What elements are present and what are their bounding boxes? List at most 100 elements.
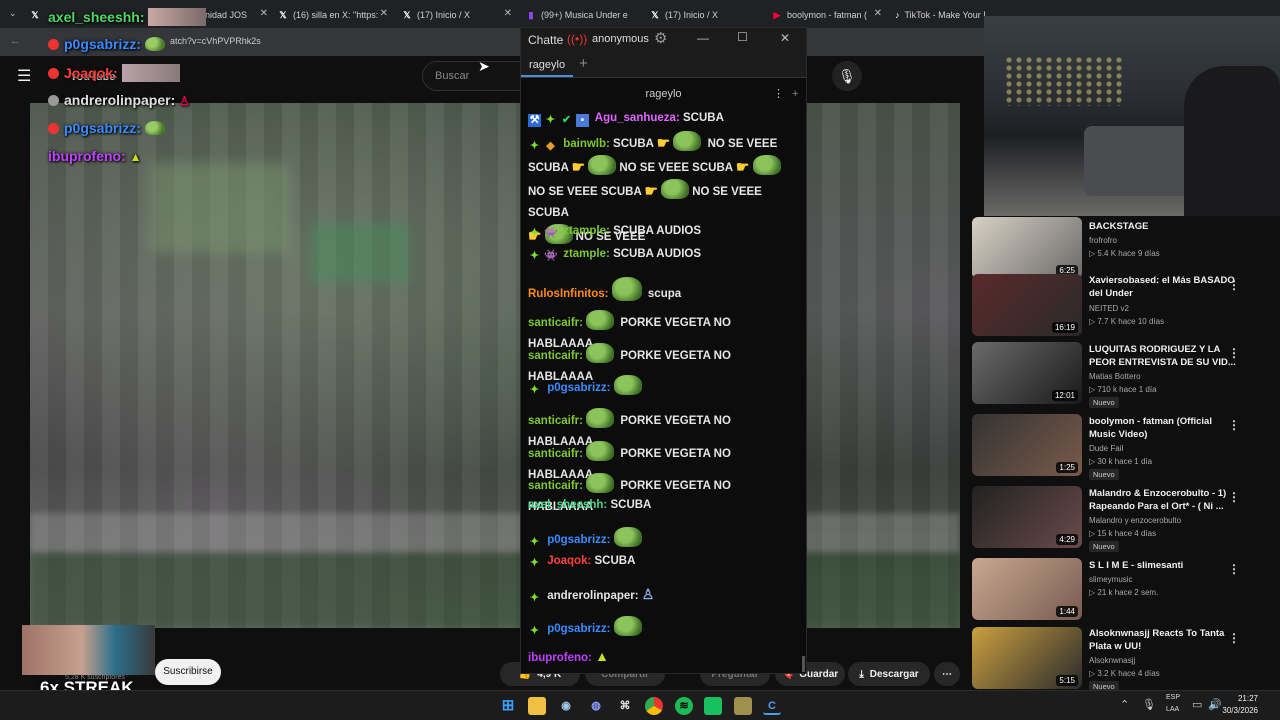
chatterino-icon[interactable]: C — [763, 697, 781, 715]
discord-icon[interactable]: ◍ — [587, 697, 605, 715]
more-options-icon[interactable]: ⋮ — [1228, 278, 1240, 292]
chat-username[interactable]: bainwlb: — [563, 138, 610, 150]
windows-start-icon[interactable]: ⊞ — [499, 697, 517, 715]
chatterino-window[interactable]: Chatte ((•)) anonymous ⚙ — ☐ ✕ rageylo +… — [520, 27, 807, 674]
voice-search-button[interactable]: 🎙 — [832, 61, 862, 91]
chat-username[interactable]: p0gsabrizz: — [547, 623, 610, 635]
recommendation-item[interactable]: 1:25 boolymon - fatman (Official Music V… — [972, 414, 1272, 480]
recommendation-item[interactable]: 4:29 Malandro & Enzocerobulto - 1) Rapea… — [972, 486, 1272, 552]
browser-tab[interactable]: 𝕏 (16) silla en X: "https: ✕ — [278, 4, 388, 26]
green-app-icon[interactable] — [704, 697, 722, 715]
recommendation-title[interactable]: BACKSTAGE — [1089, 220, 1239, 233]
search-input[interactable]: Buscar — [422, 61, 522, 91]
browser-tab[interactable]: ♪ TikTok - Make Your D — [895, 4, 985, 26]
maximize-icon[interactable]: ☐ — [737, 30, 748, 44]
chat-username[interactable]: santicaifr: — [528, 480, 583, 492]
channel-name[interactable]: Malandro y enzocerobulto — [1089, 516, 1181, 525]
close-tab-icon[interactable]: ✕ — [380, 8, 388, 19]
chat-username[interactable]: Joaqok: — [547, 555, 591, 567]
tab-list-chevron-icon[interactable]: ⌄ — [9, 8, 17, 19]
chat-username[interactable]: ibuprofeno: — [528, 652, 592, 664]
url-field[interactable]: atch?v=cVhPVPRhk2s — [170, 36, 261, 46]
more-actions-button[interactable]: ⋯ — [934, 662, 960, 686]
chat-username[interactable]: santicaifr: — [528, 448, 583, 460]
more-options-icon[interactable]: ⋮ — [1228, 346, 1240, 360]
video-thumbnail[interactable]: 1:44 — [972, 558, 1082, 620]
more-options-icon[interactable]: ⋮ — [1228, 490, 1240, 504]
minimize-icon[interactable]: — — [697, 31, 709, 45]
recommendation-title[interactable]: Malandro & Enzocerobulto - 1) Rapeando P… — [1089, 487, 1239, 513]
chrome-icon[interactable] — [645, 697, 663, 715]
chat-username[interactable]: axel_sheeshh: — [528, 499, 607, 511]
video-thumbnail[interactable]: 1:25 — [972, 414, 1082, 476]
video-thumbnail[interactable]: 16:19 — [972, 274, 1082, 336]
menu-icon[interactable]: ☰ — [17, 66, 31, 86]
channel-name[interactable]: Alsoknwnasjj — [1089, 656, 1135, 665]
browser-tab-active[interactable]: ▶ boolymon - fatman ( ✕ — [772, 4, 882, 26]
video-thumbnail[interactable]: 4:29 — [972, 486, 1082, 548]
browser-tab[interactable]: ▮ (99+) Musica Under e — [526, 4, 636, 26]
network-icon[interactable]: ▭ — [1192, 698, 1202, 711]
channel-name[interactable]: Matias Bottero — [1089, 372, 1141, 381]
recommendation-title[interactable]: Xaviersobased: el Más BASADO del Under — [1089, 274, 1239, 300]
recommendation-item[interactable]: 12:01 LUQUITAS RODRIGUEZ Y LA PEOR ENTRE… — [972, 342, 1272, 408]
channel-name[interactable]: slimeymusic — [1089, 575, 1133, 584]
chat-username[interactable]: p0gsabrizz: — [547, 534, 610, 546]
spotify-icon[interactable]: ≋ — [675, 697, 693, 715]
more-options-icon[interactable]: ⋮ — [1228, 631, 1240, 645]
chat-username[interactable]: ztample: — [563, 248, 610, 260]
clock-time[interactable]: 21:27 — [1220, 694, 1258, 703]
mic-tray-icon[interactable]: 🎙 — [1142, 698, 1156, 711]
recommendation-title[interactable]: boolymon - fatman (Official Music Video) — [1089, 415, 1239, 441]
video-thumbnail[interactable]: 12:01 — [972, 342, 1082, 404]
chat-username[interactable]: ztample: — [563, 225, 610, 237]
account-name[interactable]: anonymous — [592, 33, 649, 45]
chat-username[interactable]: RulosInfinitos: — [528, 288, 609, 300]
tray-overflow-icon[interactable]: ⌃ — [1120, 698, 1129, 711]
channel-menu-icon[interactable]: ⋮ — [773, 83, 784, 105]
more-options-icon[interactable]: ⋮ — [1228, 418, 1240, 432]
chat-username[interactable]: Agu_sanhueza: — [595, 112, 680, 124]
clock-date[interactable]: 30/3/2026 — [1215, 706, 1258, 715]
recommendation-item[interactable]: 16:19 Xaviersobased: el Más BASADO del U… — [972, 274, 1272, 338]
app-icon[interactable]: ⌘ — [616, 697, 634, 715]
browser-tab[interactable]: 𝕏 (17) Inicio / X — [650, 4, 760, 26]
add-split-icon[interactable]: + — [792, 83, 798, 105]
tab-rageylo[interactable]: rageylo — [521, 55, 574, 77]
recommendation-item[interactable]: 6:25 BACKSTAGE frofrofro ▷ 5.4 K hace 9 … — [972, 217, 1272, 281]
close-icon[interactable]: ✕ — [780, 31, 790, 45]
recommendation-item[interactable]: 1:44 S L I M E - slimesanti slimeymusic … — [972, 558, 1272, 622]
steam-icon[interactable]: ◉ — [557, 697, 575, 715]
recommendation-title[interactable]: S L I M E - slimesanti — [1089, 559, 1239, 572]
chat-username[interactable]: andrerolinpaper: — [547, 590, 638, 602]
chat-username[interactable]: p0gsabrizz: — [547, 382, 610, 394]
subscribe-button[interactable]: Suscribirse — [155, 659, 221, 685]
recommendation-item[interactable]: 5:15 Alsoknwnasjj Reacts To Tanta Plata … — [972, 627, 1272, 692]
file-explorer-icon[interactable] — [528, 697, 546, 715]
chat-username[interactable]: santicaifr: — [528, 317, 583, 329]
browser-tab[interactable]: unidad JOS ✕ — [200, 4, 268, 26]
add-tab-icon[interactable]: + — [579, 55, 588, 72]
channel-name[interactable]: NEITED v2 — [1089, 304, 1129, 313]
chat-username[interactable]: santicaifr: — [528, 415, 583, 427]
channel-name[interactable]: frofrofro — [1089, 236, 1117, 245]
game-app-icon[interactable] — [734, 697, 752, 715]
browser-tab[interactable]: 𝕏 (17) Inicio / X ✕ — [402, 4, 512, 26]
recommendation-title[interactable]: LUQUITAS RODRIGUEZ Y LA PEOR ENTREVISTA … — [1089, 343, 1239, 369]
language-indicator[interactable]: ESP — [1166, 694, 1180, 701]
video-thumbnail[interactable]: 6:25 — [972, 217, 1082, 279]
channel-name[interactable]: Dude Fail — [1089, 444, 1123, 453]
back-icon[interactable]: ← — [10, 35, 21, 47]
recommendation-title[interactable]: Alsoknwnasjj Reacts To Tanta Plata w UU! — [1089, 627, 1239, 653]
settings-gear-icon[interactable]: ⚙ — [654, 29, 667, 47]
download-button[interactable]: ⤓ Descargar — [848, 662, 930, 686]
keyboard-layout[interactable]: LAA — [1166, 706, 1179, 713]
chat-scrollbar[interactable] — [802, 656, 805, 672]
video-thumbnail[interactable]: 5:15 — [972, 627, 1082, 689]
more-options-icon[interactable]: ⋮ — [1228, 562, 1240, 576]
chat-username[interactable]: santicaifr: — [528, 350, 583, 362]
close-tab-icon[interactable]: ✕ — [504, 8, 512, 19]
close-tab-icon[interactable]: ✕ — [874, 8, 882, 19]
close-tab-icon[interactable]: ✕ — [260, 8, 268, 19]
video-player[interactable] — [30, 103, 960, 628]
